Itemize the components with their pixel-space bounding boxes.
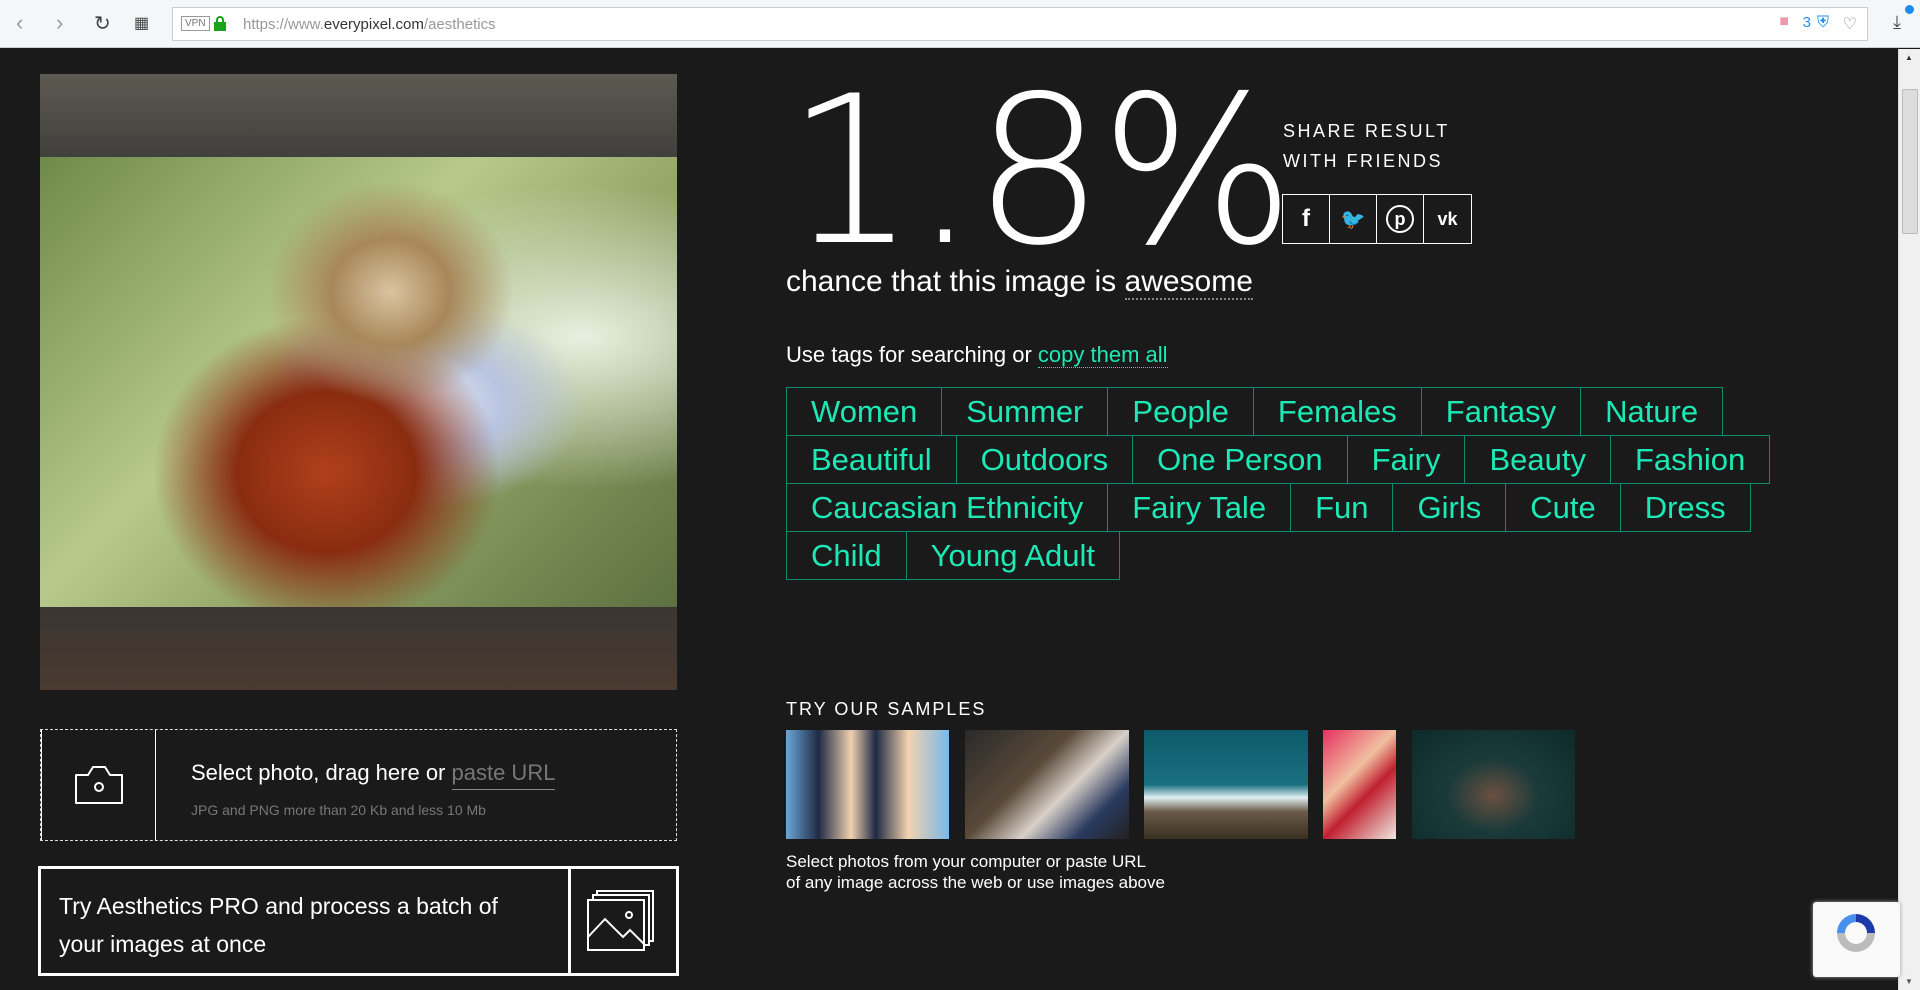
tag-item[interactable]: Beautiful — [786, 435, 957, 484]
tag-item[interactable]: Cute — [1505, 483, 1621, 532]
tag-list: Women Summer People Females Fantasy Nature Bea… — [786, 387, 1771, 580]
tag-item[interactable]: Females — [1252, 387, 1422, 436]
scroll-up-icon[interactable]: ▲ — [1905, 53, 1913, 62]
camera-button[interactable] — [41, 730, 156, 840]
share-label: SHARE RESULT WITH FRIENDS — [1283, 121, 1450, 171]
tag-row: Women Summer People Females Fantasy Nature — [786, 387, 1766, 436]
download-icon[interactable]: ⤓ — [1893, 12, 1901, 33]
browser-toolbar: ‹ › ↻ ▦ VPN https://www.everypixel.com/a… — [0, 0, 1920, 48]
pinterest-icon[interactable]: p — [1377, 195, 1424, 243]
tag-row: Child Young Adult — [786, 531, 1766, 580]
tag-item[interactable]: Dress — [1619, 483, 1751, 532]
address-bar[interactable]: VPN https://www.everypixel.com/aesthetic… — [172, 7, 1868, 41]
samples-hint: Select photos from your computer or past… — [786, 852, 1165, 892]
scrollbar[interactable]: ▲ ▼ — [1898, 49, 1920, 990]
analyzed-image — [40, 74, 677, 690]
sample-couple-winter[interactable] — [1323, 730, 1396, 839]
facebook-icon[interactable]: f — [1283, 195, 1330, 243]
upload-dropzone[interactable]: Select photo, drag here or paste URL JPG… — [40, 729, 677, 841]
adblock-shield-icon[interactable]: ⛨ — [1817, 14, 1829, 32]
tag-item[interactable]: Beauty — [1464, 435, 1611, 484]
upload-text: Select photo, drag here or paste URL — [191, 760, 556, 790]
pro-text: Try Aesthetics PRO and process a batch o… — [59, 893, 498, 957]
heart-icon[interactable]: ♡ — [1843, 14, 1857, 34]
share-buttons: f 🐦 p vk — [1282, 194, 1472, 244]
sample-mountains[interactable] — [1144, 730, 1308, 839]
awesome-word: awesome — [1124, 265, 1253, 300]
tag-item[interactable]: Child — [786, 531, 907, 580]
recaptcha-badge[interactable] — [1813, 902, 1900, 977]
upload-hint: JPG and PNG more than 20 Kb and less 10 … — [191, 802, 486, 818]
tag-item[interactable]: One Person — [1132, 435, 1348, 484]
sample-office-desk[interactable] — [965, 730, 1129, 839]
chance-text: chance that this image is awesome — [786, 265, 1253, 300]
tag-item[interactable]: Outdoors — [955, 435, 1134, 484]
tag-item[interactable]: Caucasian Ethnicity — [786, 483, 1109, 532]
camera-icon — [75, 766, 123, 804]
image-stack-icon — [568, 869, 676, 973]
lock-icon — [214, 16, 226, 31]
anime-artwork — [40, 157, 677, 607]
aesthetic-score: 1.8% — [786, 53, 1295, 291]
samples-title: TRY OUR SAMPLES — [786, 699, 987, 719]
scroll-down-icon[interactable]: ▼ — [1905, 977, 1913, 986]
copy-tags-link[interactable]: copy them all — [1037, 342, 1168, 368]
tag-row: Caucasian Ethnicity Fairy Tale Fun Girls Cut… — [786, 483, 1766, 532]
tag-item[interactable]: Young Adult — [905, 531, 1121, 580]
scrollbar-thumb[interactable] — [1902, 89, 1918, 234]
blocked-count: 3 — [1802, 14, 1811, 31]
tag-row: Beautiful Outdoors One Person Fairy Beauty Fa… — [786, 435, 1771, 484]
tag-item[interactable]: Summer — [941, 387, 1109, 436]
sample-couple-forest[interactable] — [1412, 730, 1575, 839]
recaptcha-icon — [1837, 914, 1875, 952]
tag-item[interactable]: People — [1107, 387, 1254, 436]
twitter-icon[interactable]: 🐦 — [1330, 195, 1377, 243]
tag-item[interactable]: Fantasy — [1420, 387, 1582, 436]
reload-icon[interactable]: ↻ — [94, 11, 111, 36]
paste-url-input[interactable]: paste URL — [451, 760, 556, 790]
vpn-badge[interactable]: VPN — [181, 16, 210, 31]
tag-item[interactable]: Fairy Tale — [1107, 483, 1292, 532]
tabs-grid-icon[interactable]: ▦ — [134, 13, 149, 33]
tag-item[interactable]: Girls — [1392, 483, 1507, 532]
sample-business-team[interactable] — [786, 730, 949, 839]
tag-item[interactable]: Fairy — [1346, 435, 1466, 484]
notification-dot — [1905, 5, 1914, 14]
extension-cube-icon[interactable]: ■ — [1779, 13, 1789, 31]
vk-icon[interactable]: vk — [1424, 195, 1471, 243]
aesthetics-pro-banner[interactable]: Try Aesthetics PRO and process a batch o… — [38, 866, 679, 976]
url-text[interactable]: https://www.everypixel.com/aesthetics — [243, 16, 496, 33]
back-icon[interactable]: ‹ — [16, 10, 23, 36]
tag-item[interactable]: Women — [786, 387, 943, 436]
tag-item[interactable]: Fun — [1290, 483, 1394, 532]
tag-item[interactable]: Fashion — [1610, 435, 1771, 484]
forward-icon[interactable]: › — [56, 10, 63, 36]
tags-intro: Use tags for searching or copy them all — [786, 342, 1168, 368]
tag-item[interactable]: Nature — [1580, 387, 1724, 436]
